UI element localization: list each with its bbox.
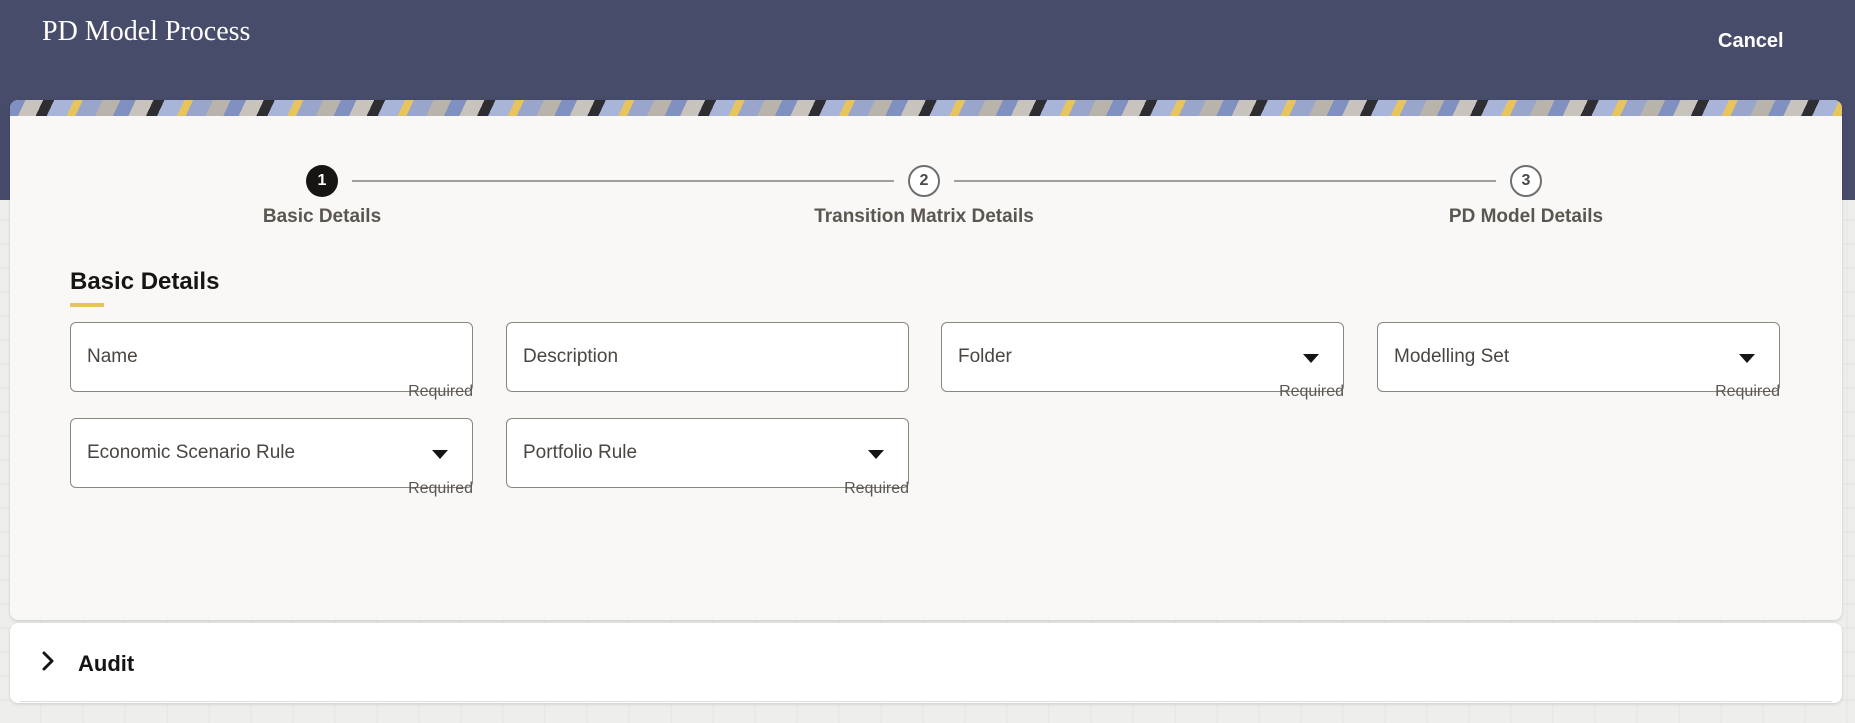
step-1-indicator[interactable]: 1 xyxy=(306,165,338,197)
step-3-indicator[interactable]: 3 xyxy=(1510,165,1542,197)
step-connector-1-2 xyxy=(352,180,894,182)
description-field[interactable]: Description xyxy=(506,322,909,392)
economic-scenario-rule-select[interactable]: Economic Scenario Rule xyxy=(70,418,473,488)
chevron-down-icon xyxy=(868,450,884,459)
step-2-indicator[interactable]: 2 xyxy=(908,165,940,197)
step-connector-2-3 xyxy=(954,180,1496,182)
step-3-label[interactable]: PD Model Details xyxy=(1426,206,1626,228)
step-2-number: 2 xyxy=(919,172,929,189)
step-1-number: 1 xyxy=(317,172,327,189)
chevron-down-icon xyxy=(1739,354,1755,363)
name-field[interactable]: Name xyxy=(70,322,473,392)
economic-scenario-rule-select-label: Economic Scenario Rule xyxy=(87,442,296,463)
step-3-number: 3 xyxy=(1521,172,1531,189)
section-title-underline xyxy=(70,303,104,307)
economic-scenario-rule-required-hint: Required xyxy=(408,480,473,497)
cancel-button[interactable]: Cancel xyxy=(1710,26,1792,57)
train-card: 1 Basic Details 2 Transition Matrix Deta… xyxy=(10,100,1842,620)
audit-divider xyxy=(20,701,1832,702)
audit-title[interactable]: Audit xyxy=(78,651,134,677)
folder-select[interactable]: Folder xyxy=(941,322,1344,392)
audit-collapsible[interactable]: Audit xyxy=(10,623,1842,703)
name-field-label: Name xyxy=(87,346,138,367)
step-2-label[interactable]: Transition Matrix Details xyxy=(774,206,1074,228)
folder-select-label: Folder xyxy=(958,346,1012,367)
chevron-right-svg xyxy=(42,651,54,671)
modelling-set-required-hint: Required xyxy=(1715,383,1780,400)
name-required-hint: Required xyxy=(408,383,473,400)
page-title: PD Model Process xyxy=(42,16,251,47)
portfolio-rule-select-label: Portfolio Rule xyxy=(523,442,638,463)
folder-required-hint: Required xyxy=(1279,383,1344,400)
portfolio-rule-required-hint: Required xyxy=(844,480,909,497)
step-1-label[interactable]: Basic Details xyxy=(222,206,422,228)
section-title: Basic Details xyxy=(70,268,220,295)
chevron-down-icon xyxy=(1303,354,1319,363)
modelling-set-select-label: Modelling Set xyxy=(1394,346,1510,367)
portfolio-rule-select[interactable]: Portfolio Rule xyxy=(506,418,909,488)
chevron-right-icon[interactable] xyxy=(36,649,60,673)
chevron-down-icon xyxy=(432,450,448,459)
decorative-banner xyxy=(10,100,1842,116)
modelling-set-select[interactable]: Modelling Set xyxy=(1377,322,1780,392)
description-field-label: Description xyxy=(523,346,619,367)
